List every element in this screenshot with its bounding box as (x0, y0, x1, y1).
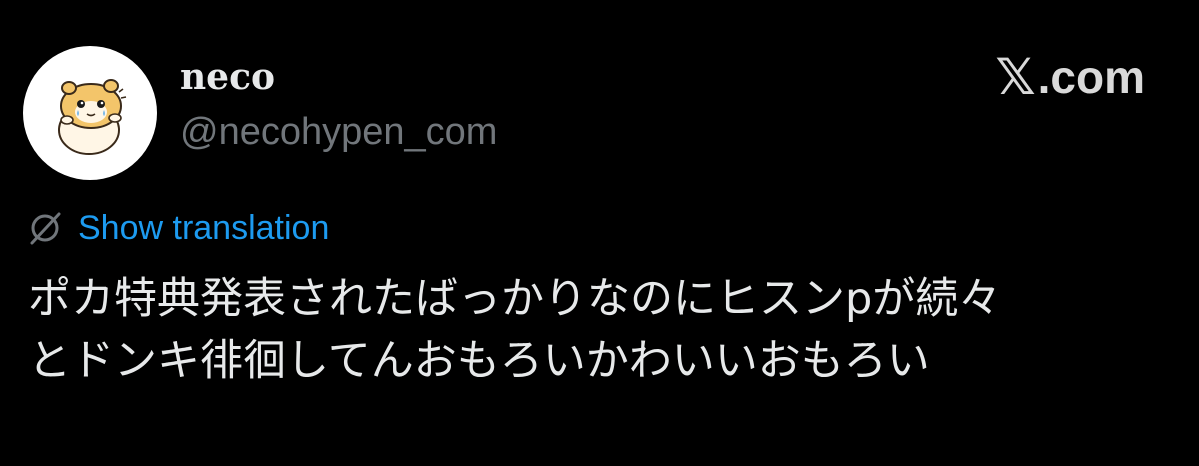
hamster-avatar-icon (58, 79, 127, 155)
x-com-logo: 𝕏 .com (995, 52, 1145, 102)
x-logo-icon: 𝕏 (995, 48, 1036, 106)
author-name[interactable]: neco (180, 55, 275, 99)
translation-row[interactable]: Show translation (26, 206, 329, 250)
show-translation-link[interactable]: Show translation (78, 206, 329, 250)
post-body-text: ポカ特典発表されたばっかりなのにヒスンpが続々 とドンキ徘徊してんおもろいかわい… (28, 274, 1002, 386)
avatar[interactable] (23, 46, 157, 180)
author-handle[interactable]: @necohypen_com (180, 110, 497, 154)
x-com-suffix: .com (1037, 51, 1145, 103)
globe-slash-icon (26, 209, 64, 247)
